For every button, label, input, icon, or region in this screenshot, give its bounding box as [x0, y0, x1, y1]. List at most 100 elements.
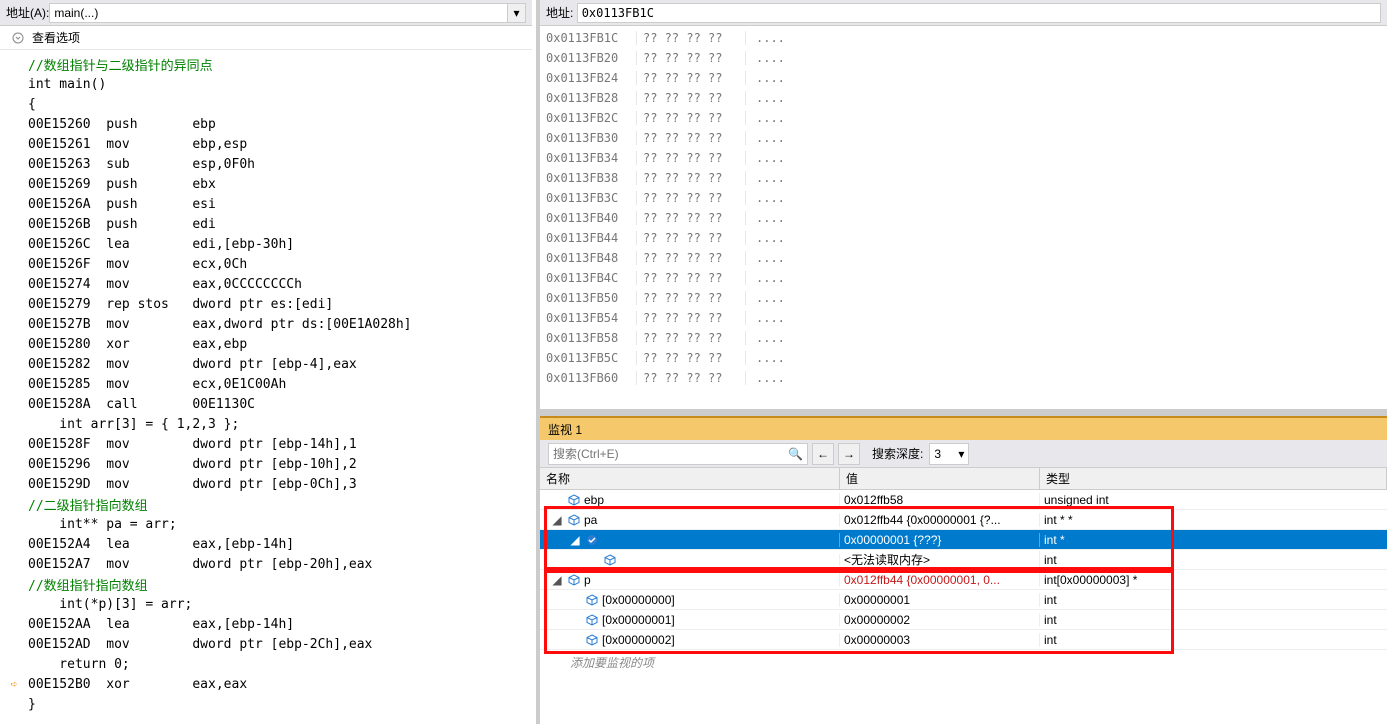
memory-ascii: .... — [746, 371, 785, 385]
code-line[interactable]: 00E1528F mov dword ptr [ebp-14h],1 — [28, 434, 532, 454]
code-line[interactable]: 00E15261 mov ebp,esp — [28, 134, 532, 154]
watch-row[interactable]: ◢p0x012ffb44 {0x00000001, 0...int[0x0000… — [540, 570, 1387, 590]
code-line[interactable]: 00E152A7 mov dword ptr [ebp-20h],eax — [28, 554, 532, 574]
code-line[interactable]: //数组指针指向数组 — [28, 574, 532, 594]
search-depth-label: 搜索深度: — [872, 445, 923, 462]
code-line[interactable]: 00E15285 mov ecx,0E1C00Ah — [28, 374, 532, 394]
code-lines[interactable]: //数组指针与二级指针的异同点int main(){00E15260 push … — [28, 50, 532, 724]
code-line[interactable]: 00E15269 push ebx — [28, 174, 532, 194]
memory-ascii: .... — [746, 131, 785, 145]
memory-row[interactable]: 0x0113FB24?? ?? ?? ??.... — [546, 68, 1381, 88]
memory-row[interactable]: 0x0113FB4C?? ?? ?? ??.... — [546, 268, 1381, 288]
memory-row[interactable]: 0x0113FB5C?? ?? ?? ??.... — [546, 348, 1381, 368]
code-line[interactable]: 00E152AD mov dword ptr [ebp-2Ch],eax — [28, 634, 532, 654]
code-line[interactable]: int main() — [28, 74, 532, 94]
memory-row[interactable]: 0x0113FB30?? ?? ?? ??.... — [546, 128, 1381, 148]
code-line[interactable]: int(*p)[3] = arr; — [28, 594, 532, 614]
code-line[interactable]: 00E1526F mov ecx,0Ch — [28, 254, 532, 274]
code-line[interactable]: 00E15279 rep stos dword ptr es:[edi] — [28, 294, 532, 314]
watch-row[interactable]: ebp0x012ffb58unsigned int — [540, 490, 1387, 510]
view-options-bar: 查看选项 — [0, 26, 532, 50]
watch-add-item[interactable]: 添加要监视的项 — [540, 650, 1387, 675]
gutter-row — [0, 414, 28, 434]
code-line[interactable]: 00E1529D mov dword ptr [ebp-0Ch],3 — [28, 474, 532, 494]
memory-address: 0x0113FB28 — [546, 91, 636, 105]
code-line[interactable]: 00E15260 push ebp — [28, 114, 532, 134]
memory-ascii: .... — [746, 311, 785, 325]
code-line[interactable]: } — [28, 694, 532, 714]
code-line[interactable]: 00E1527B mov eax,dword ptr ds:[00E1A028h… — [28, 314, 532, 334]
code-line[interactable]: int** pa = arr; — [28, 514, 532, 534]
code-line[interactable]: 00E152A4 lea eax,[ebp-14h] — [28, 534, 532, 554]
memory-bytes: ?? ?? ?? ?? — [636, 91, 746, 105]
memory-bytes: ?? ?? ?? ?? — [636, 111, 746, 125]
watch-col-name[interactable]: 名称 — [540, 468, 840, 489]
code-line[interactable]: 00E15263 sub esp,0F0h — [28, 154, 532, 174]
gutter: ➪ — [0, 50, 28, 724]
memory-row[interactable]: 0x0113FB60?? ?? ?? ??.... — [546, 368, 1381, 388]
memory-ascii: .... — [746, 251, 785, 265]
address-input[interactable] — [49, 3, 508, 23]
memory-row[interactable]: 0x0113FB44?? ?? ?? ??.... — [546, 228, 1381, 248]
memory-row[interactable]: 0x0113FB20?? ?? ?? ??.... — [546, 48, 1381, 68]
code-line[interactable]: 00E1526C lea edi,[ebp-30h] — [28, 234, 532, 254]
memory-row[interactable]: 0x0113FB54?? ?? ?? ??.... — [546, 308, 1381, 328]
search-depth-box[interactable]: 3 ▾ — [929, 443, 969, 465]
search-prev-button[interactable]: ← — [812, 443, 834, 465]
gutter-row — [0, 314, 28, 334]
watch-col-value[interactable]: 值 — [840, 468, 1040, 489]
memory-row[interactable]: 0x0113FB3C?? ?? ?? ??.... — [546, 188, 1381, 208]
watch-col-type[interactable]: 类型 — [1040, 468, 1387, 489]
memory-row[interactable]: 0x0113FB2C?? ?? ?? ??.... — [546, 108, 1381, 128]
watch-title-bar: 监视 1 — [540, 416, 1387, 440]
gutter-row — [0, 294, 28, 314]
memory-rows[interactable]: 0x0113FB1C?? ?? ?? ??....0x0113FB20?? ??… — [540, 26, 1387, 409]
code-line[interactable]: 00E1528A call 00E1130C — [28, 394, 532, 414]
watch-row[interactable]: [0x00000001]0x00000002int — [540, 610, 1387, 630]
expand-toggle[interactable]: ◢ — [568, 533, 582, 547]
memory-row[interactable]: 0x0113FB58?? ?? ?? ??.... — [546, 328, 1381, 348]
view-options-label[interactable]: 查看选项 — [32, 29, 80, 46]
code-line[interactable]: //二级指针指向数组 — [28, 494, 532, 514]
watch-search-box[interactable]: 🔍 — [548, 443, 808, 465]
search-next-button[interactable]: → — [838, 443, 860, 465]
memory-row[interactable]: 0x0113FB28?? ?? ?? ??.... — [546, 88, 1381, 108]
memory-address-input[interactable] — [577, 3, 1381, 23]
memory-row[interactable]: 0x0113FB50?? ?? ?? ??.... — [546, 288, 1381, 308]
memory-row[interactable]: 0x0113FB40?? ?? ?? ??.... — [546, 208, 1381, 228]
gutter-row — [0, 114, 28, 134]
search-icon[interactable]: 🔍 — [788, 447, 803, 461]
memory-bytes: ?? ?? ?? ?? — [636, 251, 746, 265]
memory-ascii: .... — [746, 331, 785, 345]
watch-row[interactable]: ◢0x00000001 {???}int * — [540, 530, 1387, 550]
expand-toggle[interactable]: ◢ — [550, 573, 564, 587]
code-line[interactable]: int arr[3] = { 1,2,3 }; — [28, 414, 532, 434]
code-line[interactable]: 00E15274 mov eax,0CCCCCCCCh — [28, 274, 532, 294]
memory-address: 0x0113FB3C — [546, 191, 636, 205]
code-line[interactable]: return 0; — [28, 654, 532, 674]
code-line[interactable]: 00E15296 mov dword ptr [ebp-10h],2 — [28, 454, 532, 474]
address-bar: 地址(A): ▾ — [0, 0, 532, 26]
memory-row[interactable]: 0x0113FB48?? ?? ?? ??.... — [546, 248, 1381, 268]
code-line[interactable]: 00E152AA lea eax,[ebp-14h] — [28, 614, 532, 634]
code-line[interactable]: 00E15282 mov dword ptr [ebp-4],eax — [28, 354, 532, 374]
code-line[interactable]: { — [28, 94, 532, 114]
watch-row[interactable]: <无法读取内存>int — [540, 550, 1387, 570]
expand-toggle[interactable]: ◢ — [550, 513, 564, 527]
code-line[interactable]: 00E1526B push edi — [28, 214, 532, 234]
memory-row[interactable]: 0x0113FB38?? ?? ?? ??.... — [546, 168, 1381, 188]
watch-search-input[interactable] — [553, 447, 788, 461]
watch-row[interactable]: ◢pa0x012ffb44 {0x00000001 {?...int * * — [540, 510, 1387, 530]
memory-row[interactable]: 0x0113FB34?? ?? ?? ??.... — [546, 148, 1381, 168]
watch-row[interactable]: [0x00000002]0x00000003int — [540, 630, 1387, 650]
gutter-row — [0, 354, 28, 374]
watch-body[interactable]: ebp0x012ffb58unsigned int◢pa0x012ffb44 {… — [540, 490, 1387, 724]
address-dropdown-button[interactable]: ▾ — [508, 3, 526, 23]
code-line[interactable]: 00E1526A push esi — [28, 194, 532, 214]
memory-row[interactable]: 0x0113FB1C?? ?? ?? ??.... — [546, 28, 1381, 48]
code-line[interactable]: 00E152B0 xor eax,eax — [28, 674, 532, 694]
watch-row[interactable]: [0x00000000]0x00000001int — [540, 590, 1387, 610]
code-line[interactable]: //数组指针与二级指针的异同点 — [28, 54, 532, 74]
code-line[interactable]: 00E15280 xor eax,ebp — [28, 334, 532, 354]
expand-options-icon[interactable] — [12, 32, 24, 44]
